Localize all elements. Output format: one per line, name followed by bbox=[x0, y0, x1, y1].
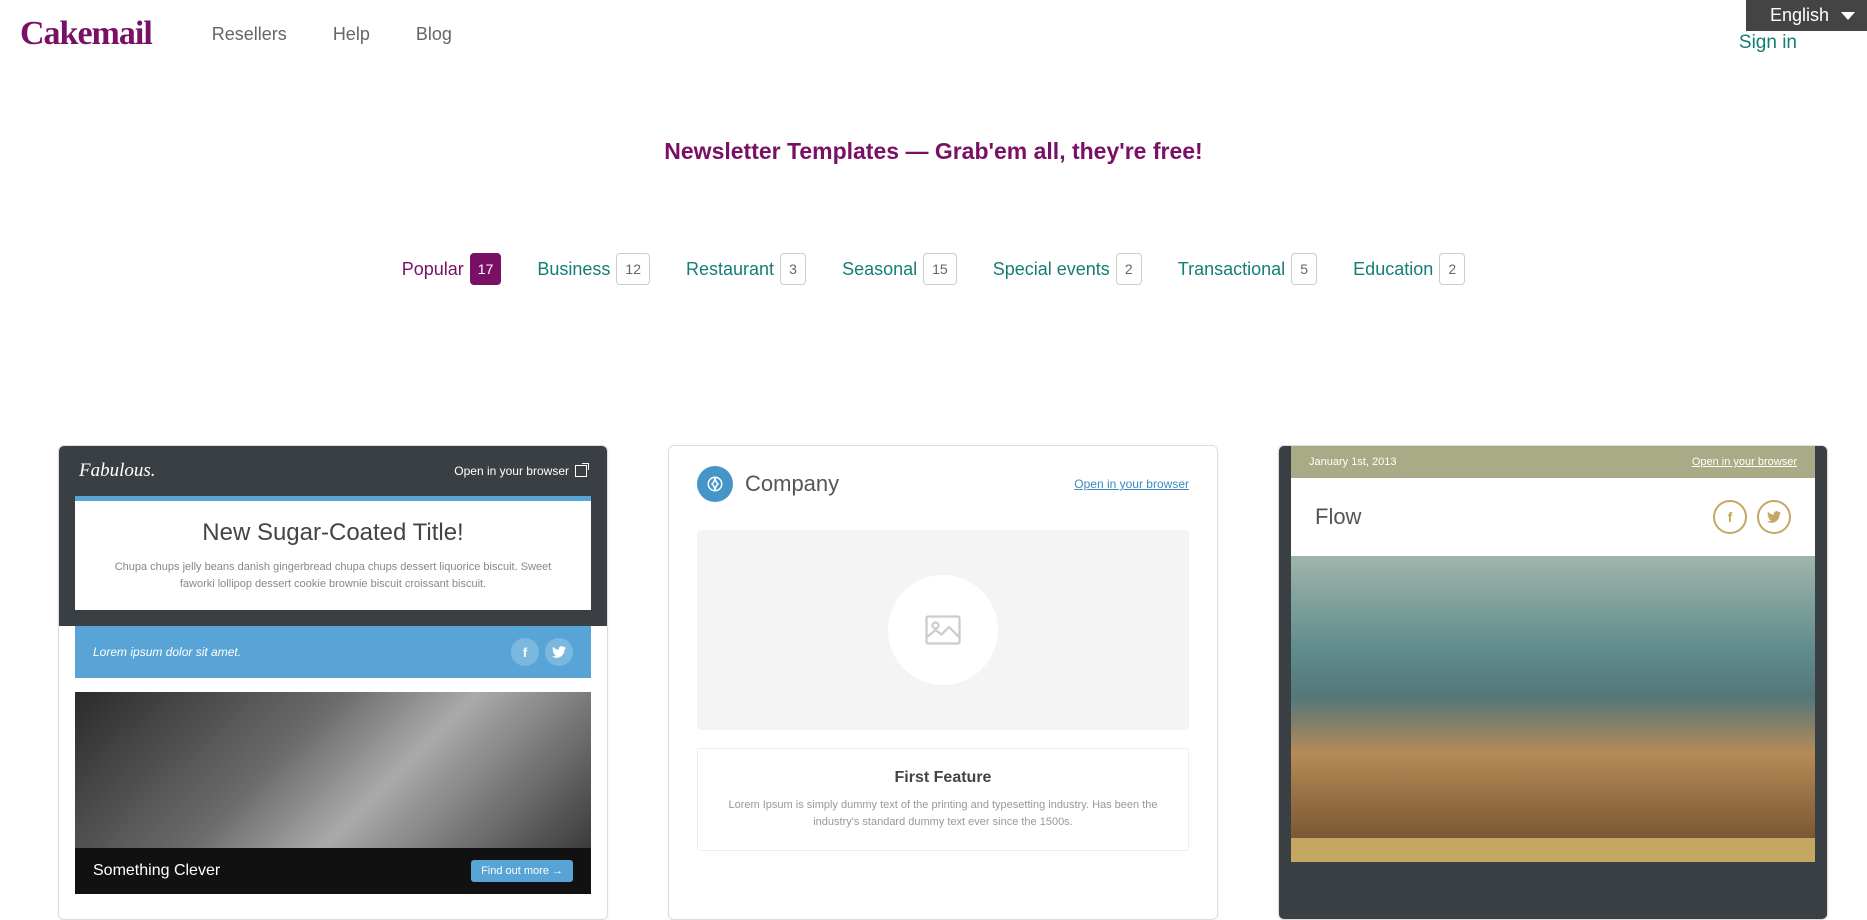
social-icons: f bbox=[1713, 500, 1791, 534]
filter-count: 12 bbox=[616, 253, 650, 285]
filter-count: 3 bbox=[780, 253, 806, 285]
filter-business[interactable]: Business 12 bbox=[537, 253, 650, 285]
page-title: Newsletter Templates — Grab'em all, they… bbox=[0, 138, 1867, 165]
header: Cakemail Resellers Help Blog Sign in Eng… bbox=[0, 0, 1867, 68]
filter-count: 2 bbox=[1439, 253, 1465, 285]
template-brand: Company bbox=[697, 466, 839, 502]
template-footer: Something Clever Find out more → bbox=[75, 848, 591, 894]
twitter-icon bbox=[1757, 500, 1791, 534]
nav-help[interactable]: Help bbox=[333, 24, 370, 45]
filter-label: Seasonal bbox=[842, 259, 917, 280]
sign-in-link[interactable]: Sign in bbox=[1739, 32, 1797, 54]
filter-label: Popular bbox=[402, 259, 464, 280]
external-link-icon bbox=[575, 465, 587, 477]
template-date: January 1st, 2013 bbox=[1309, 456, 1396, 468]
filter-count: 2 bbox=[1116, 253, 1142, 285]
feature-body: Lorem Ipsum is simply dummy text of the … bbox=[718, 797, 1168, 830]
template-headline: New Sugar-Coated Title! bbox=[99, 519, 567, 547]
filter-transactional[interactable]: Transactional 5 bbox=[1178, 253, 1317, 285]
filter-count: 5 bbox=[1291, 253, 1317, 285]
main-nav: Resellers Help Blog bbox=[212, 24, 452, 45]
nav-blog[interactable]: Blog bbox=[416, 24, 452, 45]
filter-label: Education bbox=[1353, 259, 1433, 280]
template-brand: Flow bbox=[1315, 504, 1361, 530]
filter-seasonal[interactable]: Seasonal 15 bbox=[842, 253, 957, 285]
template-header: Fabulous. Open in your browser bbox=[59, 446, 607, 496]
template-hero: New Sugar-Coated Title! Chupa chups jell… bbox=[75, 496, 591, 610]
template-brand-label: Company bbox=[745, 471, 839, 497]
image-icon bbox=[888, 575, 998, 685]
facebook-icon: f bbox=[511, 638, 539, 666]
filter-label: Transactional bbox=[1178, 259, 1285, 280]
template-image bbox=[75, 692, 591, 848]
filter-restaurant[interactable]: Restaurant 3 bbox=[686, 253, 806, 285]
template-topbar: January 1st, 2013 Open in your browser bbox=[1291, 446, 1815, 478]
template-card-fabulous[interactable]: Fabulous. Open in your browser New Sugar… bbox=[58, 445, 608, 920]
logo-circle-icon bbox=[697, 466, 733, 502]
feature-title: First Feature bbox=[718, 769, 1168, 787]
category-filters: Popular 17 Business 12 Restaurant 3 Seas… bbox=[0, 253, 1867, 285]
filter-education[interactable]: Education 2 bbox=[1353, 253, 1465, 285]
filter-count: 15 bbox=[923, 253, 957, 285]
language-selector[interactable]: English bbox=[1746, 0, 1867, 31]
template-header: Flow f bbox=[1291, 478, 1815, 556]
template-card-company[interactable]: Company Open in your browser First Featu… bbox=[668, 445, 1218, 920]
template-subline: Lorem ipsum dolor sit amet. bbox=[93, 645, 241, 659]
image-placeholder bbox=[697, 530, 1189, 730]
template-image bbox=[1291, 556, 1815, 838]
template-subbar: Lorem ipsum dolor sit amet. f bbox=[75, 626, 591, 678]
filter-count: 17 bbox=[470, 253, 502, 285]
filter-label: Restaurant bbox=[686, 259, 774, 280]
template-footer-title: Something Clever bbox=[93, 862, 220, 880]
open-in-browser-link: Open in your browser bbox=[1074, 477, 1189, 491]
social-icons: f bbox=[511, 638, 573, 666]
template-header: Company Open in your browser bbox=[697, 466, 1189, 502]
template-blurb: Chupa chups jelly beans danish gingerbre… bbox=[99, 559, 567, 592]
template-brand: Fabulous. bbox=[79, 460, 156, 482]
template-cta-button: Find out more → bbox=[471, 860, 573, 882]
filter-label: Business bbox=[537, 259, 610, 280]
template-dark-wrap: New Sugar-Coated Title! Chupa chups jell… bbox=[59, 496, 607, 626]
nav-resellers[interactable]: Resellers bbox=[212, 24, 287, 45]
feature-block: First Feature Lorem Ipsum is simply dumm… bbox=[697, 748, 1189, 851]
template-footer bbox=[1291, 838, 1815, 862]
filter-popular[interactable]: Popular 17 bbox=[402, 253, 502, 285]
open-in-browser-link: Open in your browser bbox=[1692, 456, 1797, 468]
open-in-browser-label: Open in your browser bbox=[454, 464, 569, 478]
open-in-browser-link: Open in your browser bbox=[454, 464, 587, 478]
facebook-icon: f bbox=[1713, 500, 1747, 534]
language-label: English bbox=[1770, 5, 1829, 26]
filter-label: Special events bbox=[993, 259, 1110, 280]
filter-special-events[interactable]: Special events 2 bbox=[993, 253, 1142, 285]
brand-logo[interactable]: Cakemail bbox=[20, 15, 152, 53]
template-card-flow[interactable]: January 1st, 2013 Open in your browser F… bbox=[1278, 445, 1828, 920]
template-gallery: Fabulous. Open in your browser New Sugar… bbox=[0, 445, 1867, 920]
twitter-icon bbox=[545, 638, 573, 666]
chevron-down-icon bbox=[1841, 12, 1855, 20]
